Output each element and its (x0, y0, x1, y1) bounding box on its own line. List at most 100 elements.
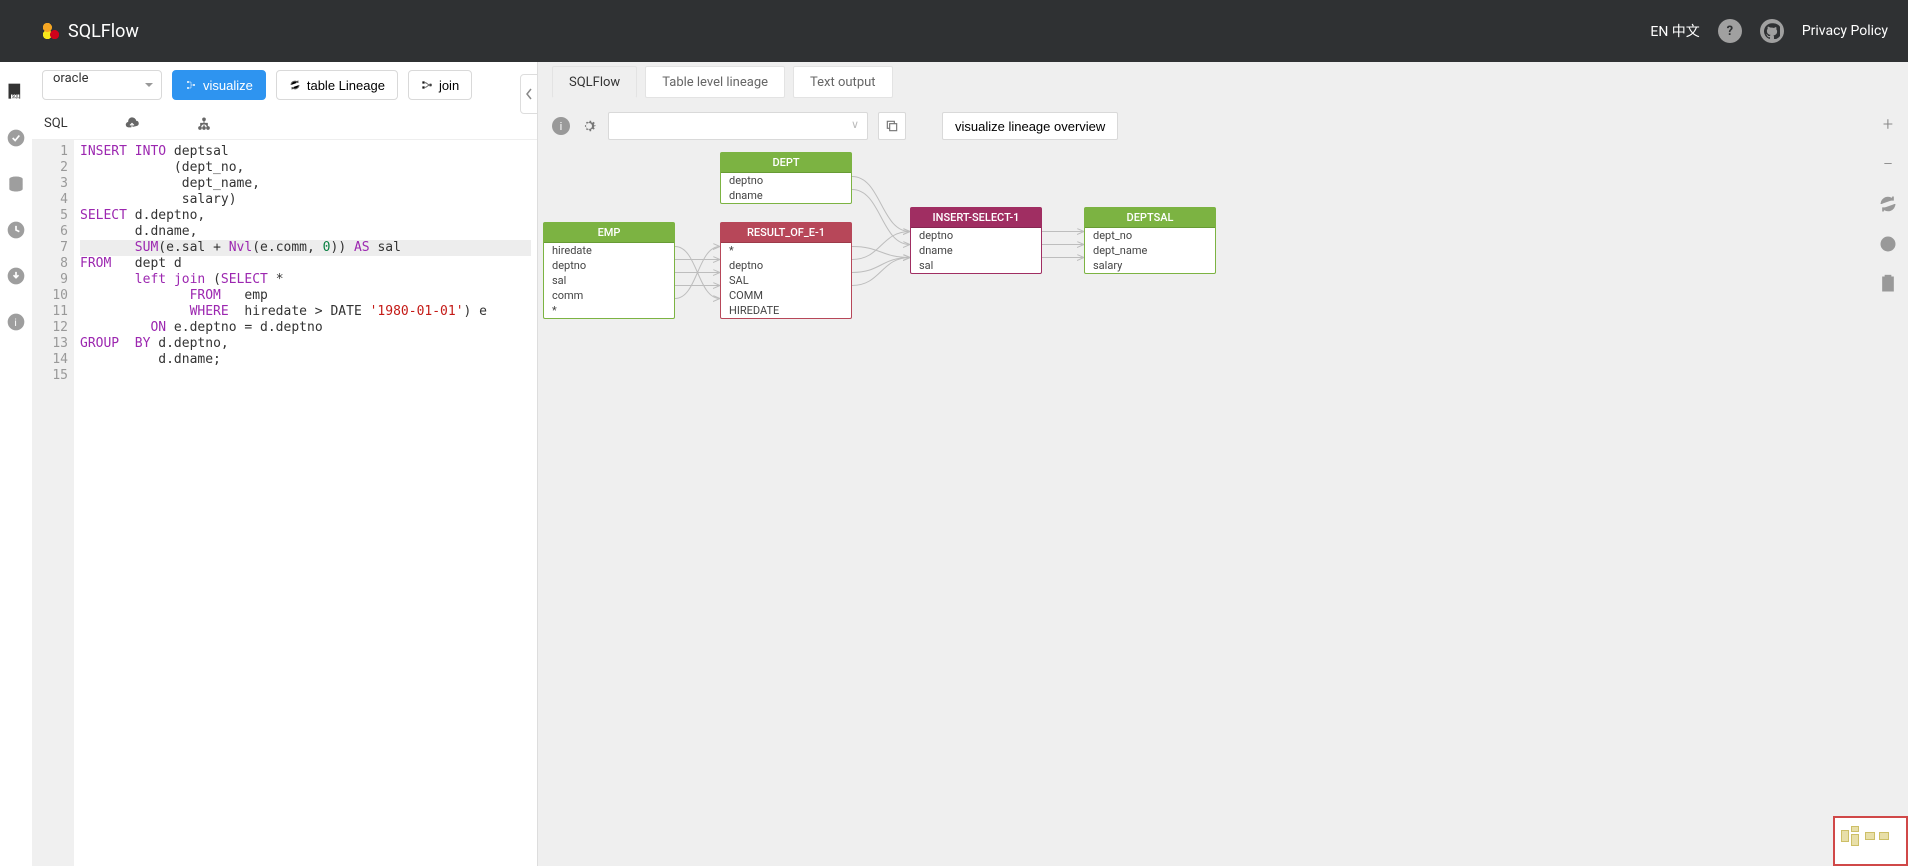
right-panel: SQLFlowTable level lineageText output i … (538, 62, 1908, 866)
code-line[interactable]: ON e.deptno = d.deptno (80, 320, 531, 336)
diagram-column[interactable]: dept_no (1085, 228, 1215, 243)
clipboard-icon[interactable] (1878, 274, 1898, 294)
diagram-column[interactable]: dname (721, 188, 851, 203)
visualize-button[interactable]: visualize (172, 70, 266, 100)
code-line[interactable]: SELECT d.deptno, (80, 208, 531, 224)
diagram-column[interactable]: salary (1085, 258, 1215, 273)
canvas-zoom-tools: + − (1876, 114, 1900, 294)
github-icon[interactable] (1760, 19, 1784, 43)
diagram-table[interactable]: EMPhiredatedeptnosalcomm* (543, 222, 675, 319)
diagram-column[interactable]: SAL (721, 273, 851, 288)
editor-code[interactable]: INSERT INTO deptsal (dept_no, dept_name,… (74, 140, 537, 866)
diagram-column[interactable]: comm (544, 288, 674, 303)
lang-toggle[interactable]: EN 中文 (1650, 21, 1699, 41)
canvas-toolbar: i (552, 112, 906, 140)
diagram-column[interactable]: deptno (721, 258, 851, 273)
diagram-column[interactable]: deptno (911, 228, 1041, 243)
diagram-column[interactable]: * (544, 303, 674, 318)
diagram-column[interactable]: deptno (721, 173, 851, 188)
copy-icon (885, 119, 899, 133)
join-label: join (439, 78, 459, 93)
diagram-column[interactable]: * (721, 243, 851, 258)
code-line[interactable]: d.dname, (80, 224, 531, 240)
refresh-canvas-icon[interactable] (1878, 194, 1898, 214)
diagram-table-title: DEPT (721, 153, 851, 173)
database-icon[interactable] (6, 174, 26, 194)
editor-toolbar: oracle visualize table Lineage join (32, 62, 537, 108)
copy-button[interactable] (878, 112, 906, 140)
header-right: EN 中文 ? Privacy Policy (1650, 19, 1888, 43)
code-line[interactable]: SUM(e.sal + Nvl(e.comm, 0)) AS sal (80, 240, 531, 256)
db-dialect-select[interactable]: oracle (42, 70, 162, 100)
visualize-label: visualize (203, 78, 253, 93)
tab-sql[interactable]: SQL (44, 116, 68, 131)
branch-icon (185, 79, 197, 91)
svg-text:i: i (14, 318, 16, 329)
diagram-column[interactable]: dname (911, 243, 1041, 258)
diagram-column[interactable]: dept_name (1085, 243, 1215, 258)
diagram-table-title: INSERT-SELECT-1 (911, 208, 1041, 228)
code-line[interactable]: d.dname; (80, 352, 531, 368)
diagram-column[interactable]: deptno (544, 258, 674, 273)
diagram-column[interactable]: COMM (721, 288, 851, 303)
history-icon[interactable] (6, 220, 26, 240)
app-name: SQLFlow (68, 21, 139, 42)
download-icon[interactable] (6, 266, 26, 286)
diagram-column[interactable]: sal (544, 273, 674, 288)
diagram-table-title: DEPTSAL (1085, 208, 1215, 228)
code-line[interactable]: left join (SELECT * (80, 272, 531, 288)
code-line[interactable]: FROM emp (80, 288, 531, 304)
svg-text:SQL: SQL (12, 95, 20, 100)
table-lineage-label: table Lineage (307, 78, 385, 93)
code-line[interactable]: salary) (80, 192, 531, 208)
diagram-table-title: EMP (544, 223, 674, 243)
diagram-table[interactable]: INSERT-SELECT-1deptnodnamesal (910, 207, 1042, 274)
diagram-table[interactable]: DEPTdeptnodname (720, 152, 852, 204)
privacy-link[interactable]: Privacy Policy (1802, 23, 1888, 39)
check-circle-icon[interactable] (6, 128, 26, 148)
canvas-search[interactable] (608, 112, 868, 140)
help-icon[interactable]: ? (1718, 19, 1742, 43)
tree-icon (196, 116, 212, 132)
tab-upload[interactable] (124, 116, 140, 132)
tab-tree[interactable] (196, 116, 212, 132)
sql-editor[interactable]: 123456789101112131415 INSERT INTO deptsa… (32, 140, 537, 866)
minimap[interactable] (1833, 816, 1908, 866)
diagram-column[interactable]: HIREDATE (721, 303, 851, 318)
diagram-table[interactable]: RESULT_OF_E-1*deptnoSALCOMMHIREDATE (720, 222, 852, 319)
app-logo: SQLFlow (42, 21, 139, 42)
code-line[interactable]: INSERT INTO deptsal (80, 144, 531, 160)
editor-tab-bar: SQL (32, 108, 537, 140)
diagram-column[interactable]: hiredate (544, 243, 674, 258)
logo-mark-icon (42, 22, 60, 40)
diagram-column[interactable]: sal (911, 258, 1041, 273)
code-line[interactable]: GROUP BY d.deptno, (80, 336, 531, 352)
left-panel: oracle visualize table Lineage join SQL (32, 62, 538, 866)
code-line[interactable]: dept_name, (80, 176, 531, 192)
diagram-table[interactable]: DEPTSALdept_nodept_namesalary (1084, 207, 1216, 274)
code-line[interactable]: (dept_no, (80, 160, 531, 176)
sql-file-icon[interactable]: SQL (6, 82, 26, 102)
editor-gutter: 123456789101112131415 (32, 140, 74, 866)
join-button[interactable]: join (408, 70, 472, 100)
join-icon (421, 79, 433, 91)
code-line[interactable] (80, 368, 531, 384)
cloud-upload-icon (124, 116, 140, 132)
code-line[interactable]: WHERE hiredate > DATE '1980-01-01') e (80, 304, 531, 320)
info-tool-icon[interactable]: i (552, 117, 570, 135)
table-lineage-button[interactable]: table Lineage (276, 70, 398, 100)
tab-sql-label: SQL (44, 116, 68, 131)
diagram-table-title: RESULT_OF_E-1 (721, 223, 851, 243)
info-icon[interactable]: i (6, 312, 26, 332)
refresh-icon (289, 79, 301, 91)
icon-sidebar: SQL i (0, 62, 32, 866)
lineage-canvas[interactable]: DEPTdeptnodnameEMPhiredatedeptnosalcomm*… (538, 62, 1908, 866)
zoom-in-button[interactable]: + (1878, 114, 1898, 134)
chevron-left-icon (525, 88, 533, 100)
collapse-left-button[interactable] (520, 74, 538, 114)
gear-icon[interactable] (580, 117, 598, 135)
code-line[interactable]: FROM dept d (80, 256, 531, 272)
target-icon[interactable] (1878, 234, 1898, 254)
app-header: SQLFlow EN 中文 ? Privacy Policy (0, 0, 1908, 62)
zoom-out-button[interactable]: − (1878, 154, 1898, 174)
